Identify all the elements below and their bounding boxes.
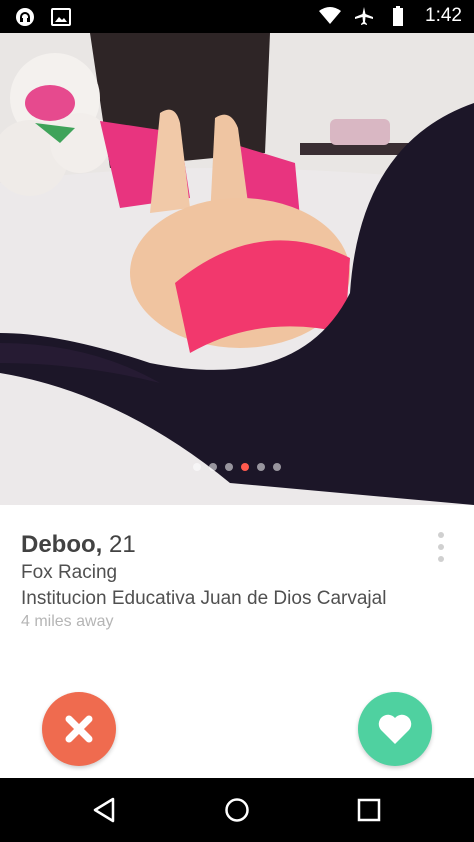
profile-school: Institucion Educativa Juan de Dios Carva… (21, 588, 387, 609)
like-button[interactable] (358, 692, 432, 766)
profile-age: 21 (109, 531, 136, 558)
name-line: Deboo, 21 (21, 531, 136, 559)
profile-card: Deboo, 21 Fox Racing Institucion Educati… (0, 505, 474, 695)
heart-icon (378, 714, 412, 744)
nope-button[interactable] (42, 692, 116, 766)
profile-name: Deboo, (21, 531, 103, 558)
pager-dot[interactable] (225, 463, 233, 471)
image-icon (50, 6, 72, 28)
pager-dot[interactable] (257, 463, 265, 471)
recents-icon[interactable] (351, 792, 387, 828)
home-icon[interactable] (219, 792, 255, 828)
close-icon (65, 715, 93, 743)
back-icon[interactable] (86, 792, 122, 828)
pager-dot[interactable] (209, 463, 217, 471)
pager-dot-active[interactable] (241, 463, 249, 471)
profile-distance: 4 miles away (21, 613, 114, 630)
photo-pager (0, 463, 474, 471)
photo-illustration (0, 33, 474, 505)
battery-icon (387, 5, 409, 27)
more-options-icon[interactable] (434, 532, 448, 562)
pager-dot[interactable] (193, 463, 201, 471)
clock: 1:42 (425, 5, 462, 26)
profile-work: Fox Racing (21, 562, 118, 583)
navigation-bar (0, 778, 474, 842)
airplane-icon (353, 5, 375, 27)
pager-dot[interactable] (273, 463, 281, 471)
status-bar: 1:42 (0, 0, 474, 33)
profile-photo[interactable] (0, 33, 474, 505)
wifi-icon (319, 5, 342, 27)
headphones-icon (14, 6, 36, 28)
